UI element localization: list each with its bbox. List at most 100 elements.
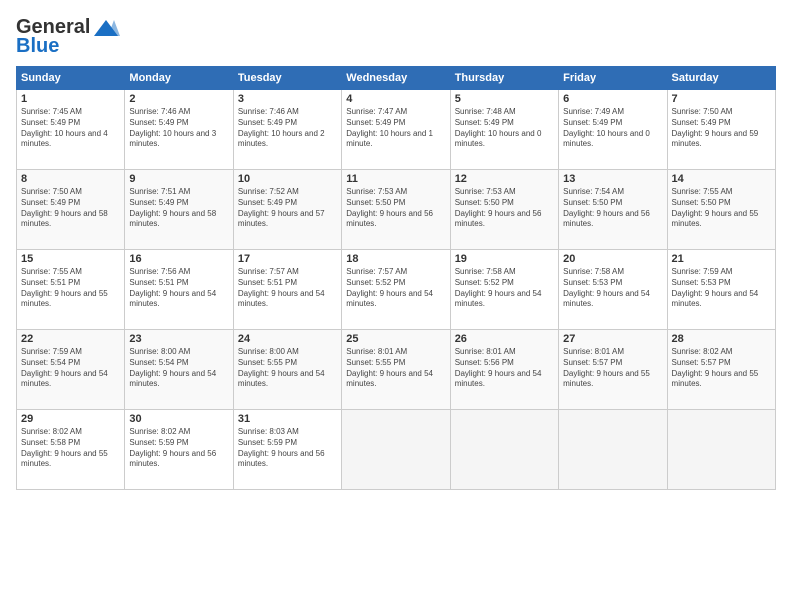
cell-details: Sunrise: 8:01 AMSunset: 5:55 PMDaylight:… — [346, 347, 445, 390]
cell-details: Sunrise: 7:57 AMSunset: 5:51 PMDaylight:… — [238, 267, 337, 310]
calendar-cell: 5Sunrise: 7:48 AMSunset: 5:49 PMDaylight… — [450, 90, 558, 170]
calendar-cell: 14Sunrise: 7:55 AMSunset: 5:50 PMDayligh… — [667, 170, 775, 250]
calendar-cell: 24Sunrise: 8:00 AMSunset: 5:55 PMDayligh… — [233, 330, 341, 410]
cell-details: Sunrise: 7:51 AMSunset: 5:49 PMDaylight:… — [129, 187, 228, 230]
calendar-cell: 8 Sunrise: 7:50 AMSunset: 5:49 PMDaylight… — [17, 170, 125, 250]
page: General Blue SundayMondayTuesdayWednesda… — [0, 0, 792, 500]
logo: General Blue — [16, 16, 120, 58]
day-number: 10 — [238, 173, 337, 185]
calendar-cell: 7Sunrise: 7:50 AMSunset: 5:49 PMDaylight… — [667, 90, 775, 170]
day-number: 23 — [129, 333, 228, 345]
day-number: 15 — [21, 253, 120, 265]
day-number: 12 — [455, 173, 554, 185]
col-header-monday: Monday — [125, 67, 233, 90]
day-number: 31 — [238, 413, 337, 425]
day-number: 28 — [672, 333, 771, 345]
cell-details: Sunrise: 7:55 AMSunset: 5:51 PMDaylight:… — [21, 267, 120, 310]
cell-details: Sunrise: 7:53 AMSunset: 5:50 PMDaylight:… — [346, 187, 445, 230]
calendar-cell: 31 Sunrise: 8:03 AMSunset: 5:59 PMDayligh… — [233, 410, 341, 490]
day-number: 7 — [672, 93, 771, 105]
calendar-week-1: 1 Sunrise: 7:45 AMSunset: 5:49 PMDaylight… — [17, 90, 776, 170]
calendar-cell: 28 Sunrise: 8:02 AMSunset: 5:57 PMDayligh… — [667, 330, 775, 410]
day-number: 18 — [346, 253, 445, 265]
day-number: 1 — [21, 93, 120, 105]
calendar-cell: 17 Sunrise: 7:57 AMSunset: 5:51 PMDayligh… — [233, 250, 341, 330]
day-number: 2 — [129, 93, 228, 105]
calendar-cell: 11 Sunrise: 7:53 AMSunset: 5:50 PMDayligh… — [342, 170, 450, 250]
calendar-cell: 25 Sunrise: 8:01 AMSunset: 5:55 PMDayligh… — [342, 330, 450, 410]
calendar-week-2: 8 Sunrise: 7:50 AMSunset: 5:49 PMDaylight… — [17, 170, 776, 250]
calendar-cell: 21 Sunrise: 7:59 AMSunset: 5:53 PMDayligh… — [667, 250, 775, 330]
calendar-cell — [450, 410, 558, 490]
cell-details: Sunrise: 8:00 AMSunset: 5:54 PMDaylight:… — [129, 347, 228, 390]
calendar-cell: 27Sunrise: 8:01 AMSunset: 5:57 PMDayligh… — [559, 330, 667, 410]
calendar-cell: 3Sunrise: 7:46 AMSunset: 5:49 PMDaylight… — [233, 90, 341, 170]
cell-details: Sunrise: 7:53 AMSunset: 5:50 PMDaylight:… — [455, 187, 554, 230]
cell-details: Sunrise: 7:57 AMSunset: 5:52 PMDaylight:… — [346, 267, 445, 310]
col-header-wednesday: Wednesday — [342, 67, 450, 90]
col-header-saturday: Saturday — [667, 67, 775, 90]
calendar-cell — [342, 410, 450, 490]
calendar-cell: 22 Sunrise: 7:59 AMSunset: 5:54 PMDayligh… — [17, 330, 125, 410]
calendar-cell: 20Sunrise: 7:58 AMSunset: 5:53 PMDayligh… — [559, 250, 667, 330]
cell-details: Sunrise: 7:54 AMSunset: 5:50 PMDaylight:… — [563, 187, 662, 230]
cell-details: Sunrise: 7:52 AMSunset: 5:49 PMDaylight:… — [238, 187, 337, 230]
calendar-cell: 10 Sunrise: 7:52 AMSunset: 5:49 PMDayligh… — [233, 170, 341, 250]
calendar-cell: 26Sunrise: 8:01 AMSunset: 5:56 PMDayligh… — [450, 330, 558, 410]
calendar-week-3: 15 Sunrise: 7:55 AMSunset: 5:51 PMDayligh… — [17, 250, 776, 330]
day-number: 11 — [346, 173, 445, 185]
day-number: 27 — [563, 333, 662, 345]
day-number: 21 — [672, 253, 771, 265]
day-number: 8 — [21, 173, 120, 185]
cell-details: Sunrise: 7:45 AMSunset: 5:49 PMDaylight:… — [21, 107, 120, 150]
day-number: 30 — [129, 413, 228, 425]
cell-details: Sunrise: 7:46 AMSunset: 5:49 PMDaylight:… — [129, 107, 228, 150]
calendar-cell: 23 Sunrise: 8:00 AMSunset: 5:54 PMDayligh… — [125, 330, 233, 410]
calendar-cell — [559, 410, 667, 490]
calendar-cell: 13 Sunrise: 7:54 AMSunset: 5:50 PMDayligh… — [559, 170, 667, 250]
logo-blue: Blue — [16, 35, 59, 58]
day-number: 16 — [129, 253, 228, 265]
calendar-cell: 6 Sunrise: 7:49 AMSunset: 5:49 PMDaylight… — [559, 90, 667, 170]
cell-details: Sunrise: 7:56 AMSunset: 5:51 PMDaylight:… — [129, 267, 228, 310]
cell-details: Sunrise: 7:48 AMSunset: 5:49 PMDaylight:… — [455, 107, 554, 150]
calendar-cell: 15 Sunrise: 7:55 AMSunset: 5:51 PMDayligh… — [17, 250, 125, 330]
day-number: 3 — [238, 93, 337, 105]
day-number: 17 — [238, 253, 337, 265]
calendar-cell: 30 Sunrise: 8:02 AMSunset: 5:59 PMDayligh… — [125, 410, 233, 490]
logo-icon — [92, 18, 120, 38]
cell-details: Sunrise: 7:58 AMSunset: 5:53 PMDaylight:… — [563, 267, 662, 310]
calendar-week-4: 22 Sunrise: 7:59 AMSunset: 5:54 PMDayligh… — [17, 330, 776, 410]
col-header-tuesday: Tuesday — [233, 67, 341, 90]
cell-details: Sunrise: 7:55 AMSunset: 5:50 PMDaylight:… — [672, 187, 771, 230]
calendar-cell: 9 Sunrise: 7:51 AMSunset: 5:49 PMDaylight… — [125, 170, 233, 250]
calendar-table: SundayMondayTuesdayWednesdayThursdayFrid… — [16, 66, 776, 490]
calendar-cell: 18 Sunrise: 7:57 AMSunset: 5:52 PMDayligh… — [342, 250, 450, 330]
calendar-cell: 1 Sunrise: 7:45 AMSunset: 5:49 PMDaylight… — [17, 90, 125, 170]
day-number: 13 — [563, 173, 662, 185]
cell-details: Sunrise: 8:02 AMSunset: 5:59 PMDaylight:… — [129, 427, 228, 470]
cell-details: Sunrise: 8:02 AMSunset: 5:58 PMDaylight:… — [21, 427, 120, 470]
calendar-cell: 16 Sunrise: 7:56 AMSunset: 5:51 PMDayligh… — [125, 250, 233, 330]
cell-details: Sunrise: 7:59 AMSunset: 5:54 PMDaylight:… — [21, 347, 120, 390]
cell-details: Sunrise: 7:59 AMSunset: 5:53 PMDaylight:… — [672, 267, 771, 310]
day-number: 29 — [21, 413, 120, 425]
col-header-thursday: Thursday — [450, 67, 558, 90]
day-number: 24 — [238, 333, 337, 345]
calendar-cell: 29 Sunrise: 8:02 AMSunset: 5:58 PMDayligh… — [17, 410, 125, 490]
calendar-cell: 19Sunrise: 7:58 AMSunset: 5:52 PMDayligh… — [450, 250, 558, 330]
cell-details: Sunrise: 8:02 AMSunset: 5:57 PMDaylight:… — [672, 347, 771, 390]
day-number: 4 — [346, 93, 445, 105]
col-header-friday: Friday — [559, 67, 667, 90]
col-header-sunday: Sunday — [17, 67, 125, 90]
day-number: 19 — [455, 253, 554, 265]
cell-details: Sunrise: 8:03 AMSunset: 5:59 PMDaylight:… — [238, 427, 337, 470]
cell-details: Sunrise: 8:01 AMSunset: 5:56 PMDaylight:… — [455, 347, 554, 390]
day-number: 6 — [563, 93, 662, 105]
day-number: 9 — [129, 173, 228, 185]
day-number: 22 — [21, 333, 120, 345]
cell-details: Sunrise: 7:49 AMSunset: 5:49 PMDaylight:… — [563, 107, 662, 150]
header: General Blue — [16, 16, 776, 58]
day-number: 25 — [346, 333, 445, 345]
cell-details: Sunrise: 7:50 AMSunset: 5:49 PMDaylight:… — [21, 187, 120, 230]
